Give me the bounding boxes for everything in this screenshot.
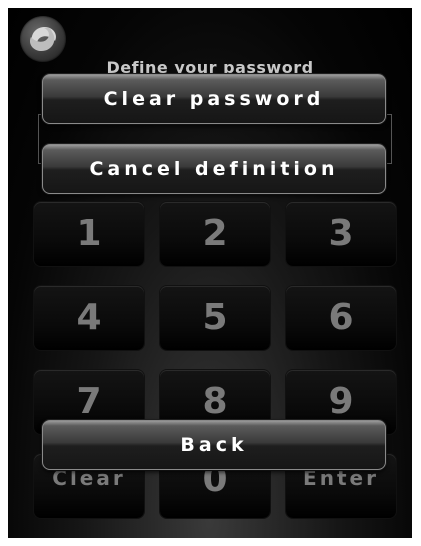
app-logo-icon [20, 16, 66, 62]
back-button[interactable]: Back [42, 420, 386, 470]
key-5[interactable]: 5 [160, 286, 270, 350]
key-2[interactable]: 2 [160, 202, 270, 266]
clear-password-button[interactable]: Clear password [42, 74, 386, 124]
key-1[interactable]: 1 [34, 202, 144, 266]
key-6[interactable]: 6 [286, 286, 396, 350]
key-4[interactable]: 4 [34, 286, 144, 350]
password-screen: Define your password 1 2 3 4 5 6 7 8 9 C… [8, 8, 412, 538]
cancel-definition-button[interactable]: Cancel definition [42, 144, 386, 194]
key-3[interactable]: 3 [286, 202, 396, 266]
